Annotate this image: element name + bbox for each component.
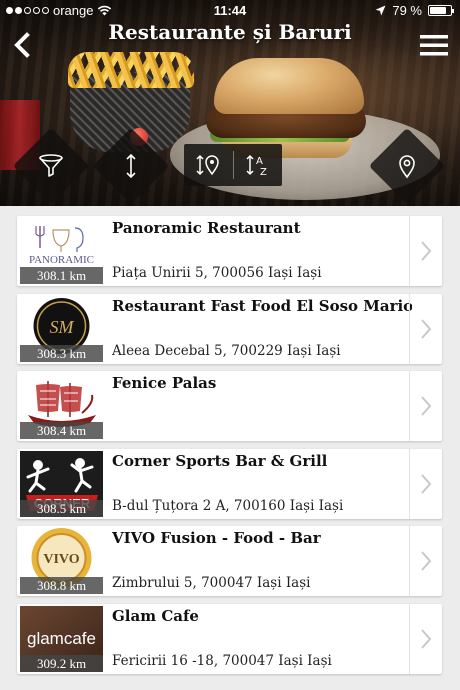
restaurant-address: Aleea Decebal 5, 700229 Iași Iași [112,342,341,359]
sort-options: A Z [184,144,282,186]
sort-alpha-letter-top: A [256,156,263,167]
restaurant-address: Zimbrului 5, 700047 Iași Iași [112,575,311,592]
menu-button[interactable] [418,32,450,58]
details-button[interactable] [409,526,442,597]
restaurant-name: Panoramic Restaurant [112,219,301,237]
restaurant-logo: VIVO 308.8 km [20,528,103,595]
location-arrow-icon [375,5,386,16]
restaurant-name: Restaurant Fast Food El Soso Mario [112,296,412,315]
restaurant-name: Corner Sports Bar & Grill [112,451,328,470]
chevron-right-icon [421,396,432,416]
logo-text: SM [50,317,75,337]
chevron-right-icon [421,474,432,494]
details-button[interactable] [409,293,442,364]
sort-alpha-letter-bottom: Z [260,167,267,178]
sort-by-distance-button[interactable] [184,144,233,186]
restaurant-logo: glamcafe 309.2 km [20,605,103,672]
distance-badge: 308.1 km [20,267,103,284]
battery-percent: 79 % [392,3,422,18]
restaurant-name: VIVO Fusion - Food - Bar [112,529,321,548]
chevron-left-icon [14,32,30,58]
sort-by-distance-icon [196,154,220,176]
list-item[interactable]: CORNER 308.5 km Corner Sports Bar & Gril… [17,448,442,519]
list-item[interactable]: glamcafe 309.2 km Glam Cafe Fericirii 16… [17,603,442,674]
distance-badge: 308.8 km [20,577,103,595]
list-item[interactable]: PANORAMIC 308.1 km Panoramic Restaurant … [17,216,442,286]
restaurant-logo: CORNER 308.5 km [20,450,103,517]
sort-alphabetical-icon: A Z [246,154,267,178]
details-button[interactable] [409,216,442,286]
page-title: Restaurante și Baruri [108,20,352,44]
restaurant-list: PANORAMIC 308.1 km Panoramic Restaurant … [17,216,442,682]
chevron-right-icon [421,241,432,261]
details-button[interactable] [409,603,442,674]
sort-alphabetical-button[interactable]: A Z [233,144,282,186]
restaurant-address: Piața Unirii 5, 700056 Iași Iași [112,265,322,281]
restaurant-address: Fericirii 16 -18, 700047 Iași Iași [112,652,332,669]
filter-funnel-icon [39,154,63,177]
hamburger-menu-icon [420,35,448,56]
distance-badge: 309.2 km [20,654,103,672]
distance-badge: 308.4 km [20,422,103,440]
restaurant-address: B-dul Țuțora 2 A, 700160 Iași Iași [112,497,344,514]
map-pin-icon [399,155,415,179]
battery-icon [428,5,454,16]
details-button[interactable] [409,448,442,519]
restaurant-name: Glam Cafe [112,606,199,625]
list-item[interactable]: 308.4 km Fenice Palas [17,371,442,442]
distance-badge: 308.3 km [20,344,103,362]
chevron-right-icon [421,318,432,339]
logo-text: glamcafe [27,629,96,648]
details-button[interactable] [409,371,442,442]
restaurant-logo: PANORAMIC 308.1 km [20,218,103,284]
logo-text: PANORAMIC [29,254,94,266]
list-item[interactable]: SM 308.3 km Restaurant Fast Food El Soso… [17,293,442,364]
distance-badge: 308.5 km [20,499,103,517]
logo-text: VIVO [43,552,79,567]
restaurant-name: Fenice Palas [112,374,217,393]
chevron-right-icon [421,629,432,649]
chevron-right-icon [421,551,432,572]
list-item[interactable]: VIVO 308.8 km VIVO Fusion - Food - Bar Z… [17,526,442,597]
back-button[interactable] [8,30,38,60]
sort-arrows-icon [126,153,136,179]
restaurant-logo: SM 308.3 km [20,295,103,362]
restaurant-logo: 308.4 km [20,373,103,440]
status-bar: orange 11:44 79 % [0,0,460,22]
